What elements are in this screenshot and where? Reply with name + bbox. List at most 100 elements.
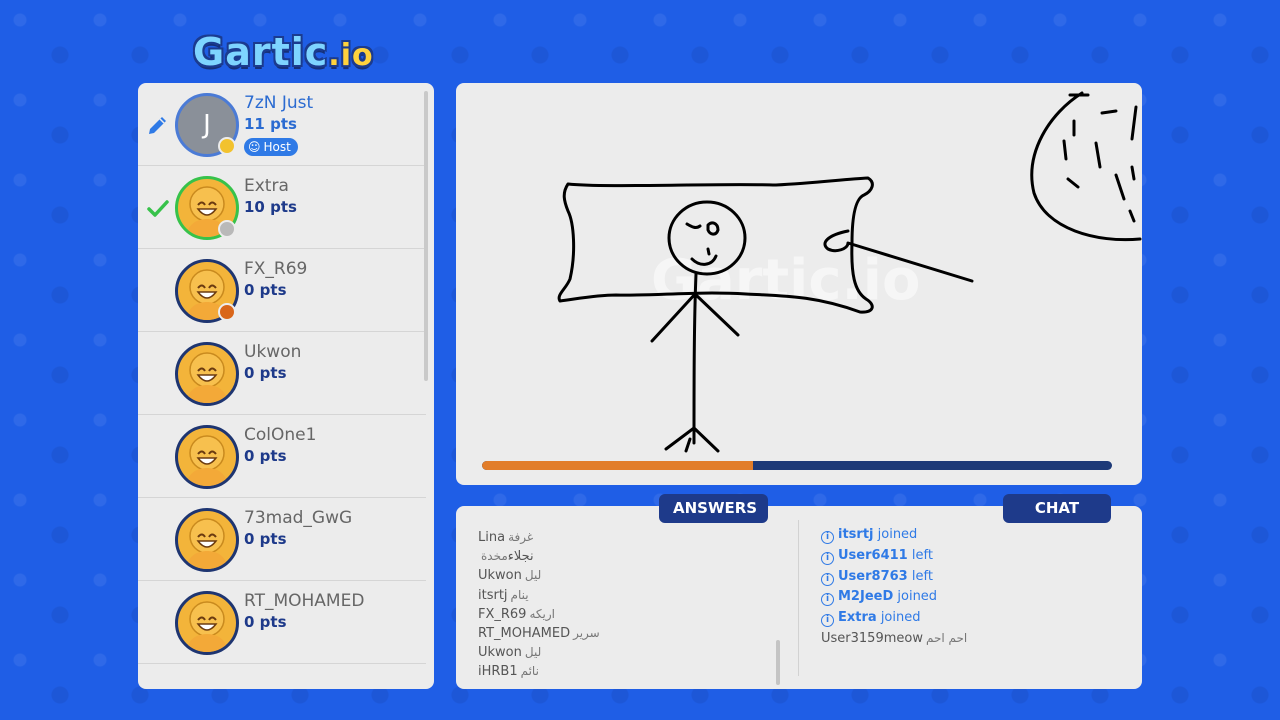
player-points: 0 pts xyxy=(244,530,287,548)
chat-action: joined xyxy=(880,610,921,626)
status-dot xyxy=(218,303,236,321)
avatar-face-icon xyxy=(186,352,228,403)
answer-guess: غرفة xyxy=(508,530,534,544)
chat-message: i M2JeeD joined xyxy=(821,589,937,609)
panel-divider xyxy=(798,520,799,676)
info-icon: i xyxy=(821,614,834,628)
avatar[interactable] xyxy=(175,425,239,489)
answer-item: FX_R69 اريكه xyxy=(478,607,555,626)
stroke-moon xyxy=(1030,91,1142,242)
info-icon: i xyxy=(821,531,834,544)
answer-item: RT_MOHAMED سرير xyxy=(478,626,600,645)
answers-scrollbar[interactable] xyxy=(776,640,780,685)
chat-message: i User6411 left xyxy=(821,548,933,568)
stroke-eyes xyxy=(685,221,720,256)
players-scrollbar[interactable] xyxy=(424,91,428,381)
player-row[interactable]: J 7zN Just 11 pts ☺ Host xyxy=(138,83,426,166)
timer-fill xyxy=(482,461,753,470)
chat-action: left xyxy=(911,568,933,584)
answers-list: Lina غرفة نجلاءمخدة Ukwon ليل itsrtj ينام FX_R6… xyxy=(478,512,778,684)
player-points: 0 pts xyxy=(244,613,287,631)
player-row[interactable]: FX_R69 0 pts xyxy=(138,249,426,332)
avatar[interactable] xyxy=(175,342,239,406)
player-name: 7zN Just xyxy=(244,93,314,113)
chat-user: User8763 xyxy=(838,568,908,584)
answer-guess: ليل xyxy=(524,568,542,583)
answer-guess: ينام xyxy=(510,587,529,602)
player-row[interactable]: 73mad_GwG 0 pts xyxy=(138,498,426,581)
chat-message: User3159meow احم احم xyxy=(821,631,967,651)
drawing-strokes xyxy=(557,91,1142,453)
answer-user: Lina xyxy=(478,530,506,545)
chat-action: left xyxy=(911,547,933,563)
crown-face-icon: ☺ xyxy=(248,140,261,154)
answer-guess: نائم xyxy=(520,664,539,679)
status-dot xyxy=(218,137,236,155)
player-name: RT_MOHAMED xyxy=(244,591,365,611)
info-icon: i xyxy=(821,593,834,607)
chat-user: Extra xyxy=(838,610,877,626)
answer-item: itsrtj ينام xyxy=(478,588,529,607)
avatar[interactable] xyxy=(175,508,239,572)
chat-action: joined xyxy=(877,527,918,542)
answer-guess: مخدة xyxy=(481,549,508,564)
stroke-arm xyxy=(823,229,974,283)
status-dot xyxy=(218,220,236,238)
chat-text: احم احم xyxy=(925,631,968,645)
tab-chat[interactable]: CHAT xyxy=(1003,494,1111,523)
stroke-moon-marks xyxy=(1062,93,1138,223)
answer-user: نجلاء xyxy=(507,549,534,565)
chat-message: i itsrtj joined xyxy=(821,527,917,547)
chat-user: M2JeeD xyxy=(838,589,894,605)
player-row[interactable]: RT_MOHAMED 0 pts xyxy=(138,581,426,664)
pencil-icon xyxy=(149,117,166,134)
chat-message: i User8763 left xyxy=(821,569,933,589)
player-name: Extra xyxy=(244,176,289,196)
avatar-face-icon xyxy=(186,518,228,569)
stroke-body xyxy=(650,272,740,453)
host-badge: ☺ Host xyxy=(244,138,298,156)
drawing-canvas[interactable]: Gartic.io xyxy=(456,83,1142,485)
player-points: 10 pts xyxy=(244,198,297,216)
player-name: ColOne1 xyxy=(244,425,317,445)
answer-user: Ukwon xyxy=(478,645,522,661)
chat-action: joined xyxy=(897,589,938,605)
answer-item: Lina غرفة xyxy=(478,530,533,549)
player-row[interactable]: Ukwon 0 pts xyxy=(138,332,426,415)
avatar-face-icon xyxy=(186,601,228,652)
answer-user: FX_R69 xyxy=(478,606,527,622)
answer-item: Ukwon ليل xyxy=(478,645,541,664)
chat-user: User3159meow xyxy=(821,631,923,646)
answer-item: iHRB1 نائم xyxy=(478,664,539,683)
round-timer xyxy=(482,461,1112,470)
answer-item: Ukwon ليل xyxy=(478,568,541,587)
answer-item: نجلاءمخدة xyxy=(478,549,534,568)
player-row[interactable]: ColOne1 0 pts xyxy=(138,415,426,498)
answer-guess: ليل xyxy=(524,645,542,660)
chat-user: itsrtj xyxy=(838,527,874,542)
answer-user: iHRB1 xyxy=(478,664,518,680)
answer-user: RT_MOHAMED xyxy=(478,626,571,641)
player-points: 11 pts xyxy=(244,115,297,133)
host-badge-label: Host xyxy=(263,140,291,154)
answer-guess: اريكه xyxy=(529,606,555,621)
answer-user: Ukwon xyxy=(478,568,522,584)
players-panel: J 7zN Just 11 pts ☺ Host Extra 10 pts FX_R69 0 p… xyxy=(138,83,434,689)
player-name: Ukwon xyxy=(244,342,302,362)
avatar[interactable] xyxy=(175,591,239,655)
chat-message: i Extra joined xyxy=(821,610,920,630)
info-icon: i xyxy=(821,551,834,565)
stroke-mouth xyxy=(690,254,718,266)
logo-text: Gartic xyxy=(193,30,329,74)
answer-user: itsrtj xyxy=(478,587,508,603)
avatar-face-icon xyxy=(186,435,228,486)
logo-suffix: .io xyxy=(328,38,374,73)
check-icon xyxy=(147,200,169,217)
player-name: 73mad_GwG xyxy=(244,508,353,528)
chat-user: User6411 xyxy=(838,547,908,563)
info-icon: i xyxy=(821,572,834,586)
player-row[interactable]: Extra 10 pts xyxy=(138,166,426,249)
player-points: 0 pts xyxy=(244,281,287,299)
player-name: FX_R69 xyxy=(244,259,308,279)
player-points: 0 pts xyxy=(244,447,287,465)
